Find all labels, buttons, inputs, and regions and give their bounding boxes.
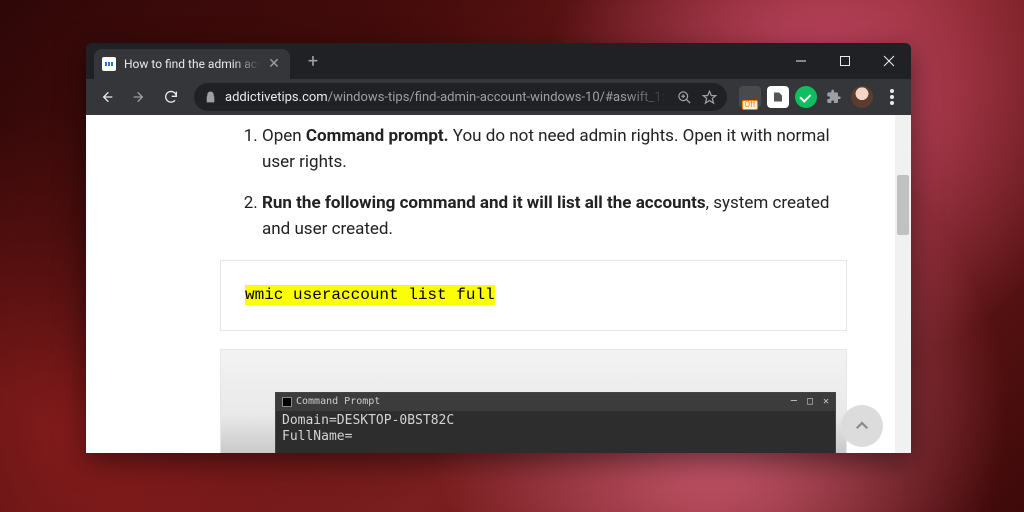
minimize-icon — [795, 55, 807, 67]
url-text: addictivetips.com/windows-tips/find-admi… — [225, 90, 669, 105]
bookmark-star-icon[interactable] — [702, 90, 717, 105]
close-tab-icon[interactable]: ✕ — [266, 56, 282, 72]
address-bar[interactable]: addictivetips.com/windows-tips/find-admi… — [194, 83, 727, 111]
url-path: /windows-tips/find-admin-account-windows… — [328, 90, 669, 105]
lock-icon — [204, 91, 217, 104]
minimize-button[interactable] — [779, 43, 823, 79]
back-button[interactable] — [92, 82, 122, 112]
browser-window: How to find the admin account on Windows… — [86, 43, 911, 453]
arrow-left-icon — [99, 89, 115, 105]
extension-area — [739, 86, 905, 108]
favicon-icon — [102, 57, 116, 71]
window-controls — [779, 43, 911, 79]
cmd-titlebar: Command Prompt ─ □ ✕ — [276, 393, 835, 411]
article-content: Open Command prompt. You do not need adm… — [86, 115, 895, 453]
tab-title: How to find the admin account on Windows… — [124, 57, 260, 71]
toolbar: addictivetips.com/windows-tips/find-admi… — [86, 79, 911, 115]
zoom-icon[interactable] — [677, 90, 692, 105]
command-prompt-window: Command Prompt ─ □ ✕ Domain=DESKTOP-0BST… — [275, 392, 836, 453]
page-viewport: Open Command prompt. You do not need adm… — [86, 115, 911, 453]
scrollbar-thumb[interactable] — [897, 175, 909, 235]
maximize-icon — [839, 55, 851, 67]
cmd-line-2: FullName= — [282, 429, 829, 445]
extension-1-icon[interactable] — [739, 86, 761, 108]
cmd-title: Command Prompt — [296, 394, 380, 410]
arrow-right-icon — [131, 89, 147, 105]
reload-icon — [163, 89, 179, 105]
url-host: addictivetips.com — [225, 90, 328, 105]
close-window-button[interactable] — [867, 43, 911, 79]
screenshot-embed: Command Prompt ─ □ ✕ Domain=DESKTOP-0BST… — [220, 349, 847, 453]
cmd-icon — [282, 397, 292, 407]
step-2: Run the following command and it will li… — [262, 190, 895, 243]
cmd-minimize-icon: ─ — [791, 394, 797, 410]
chevron-up-icon — [853, 417, 871, 435]
code-text: wmic useraccount list full — [245, 285, 495, 305]
extensions-button[interactable] — [823, 86, 845, 108]
reload-button[interactable] — [156, 82, 186, 112]
extension-2-icon[interactable] — [767, 86, 789, 108]
maximize-button[interactable] — [823, 43, 867, 79]
close-icon — [883, 55, 895, 67]
forward-button[interactable] — [124, 82, 154, 112]
scroll-to-top-button[interactable] — [841, 405, 883, 447]
scrollbar-track[interactable] — [895, 115, 911, 453]
profile-avatar[interactable] — [851, 86, 873, 108]
new-tab-button[interactable]: + — [300, 48, 326, 74]
code-block: wmic useraccount list full — [220, 260, 847, 331]
cmd-maximize-icon: □ — [807, 394, 813, 410]
extension-grammarly-icon[interactable] — [795, 86, 817, 108]
step-1-lead: Open — [262, 126, 306, 146]
cmd-window-controls: ─ □ ✕ — [791, 394, 829, 410]
cmd-body: Domain=DESKTOP-0BST82C FullName= — [276, 411, 835, 446]
cmd-close-icon: ✕ — [823, 394, 829, 410]
step-1: Open Command prompt. You do not need adm… — [262, 123, 895, 176]
step-2-bold: Run the following command and it will li… — [262, 193, 706, 213]
tab-active[interactable]: How to find the admin account on Windows… — [94, 49, 290, 79]
chrome-menu-button[interactable] — [879, 89, 905, 105]
cmd-line-1: Domain=DESKTOP-0BST82C — [282, 413, 829, 429]
step-1-bold: Command prompt. — [306, 126, 449, 146]
titlebar: How to find the admin account on Windows… — [86, 43, 911, 79]
